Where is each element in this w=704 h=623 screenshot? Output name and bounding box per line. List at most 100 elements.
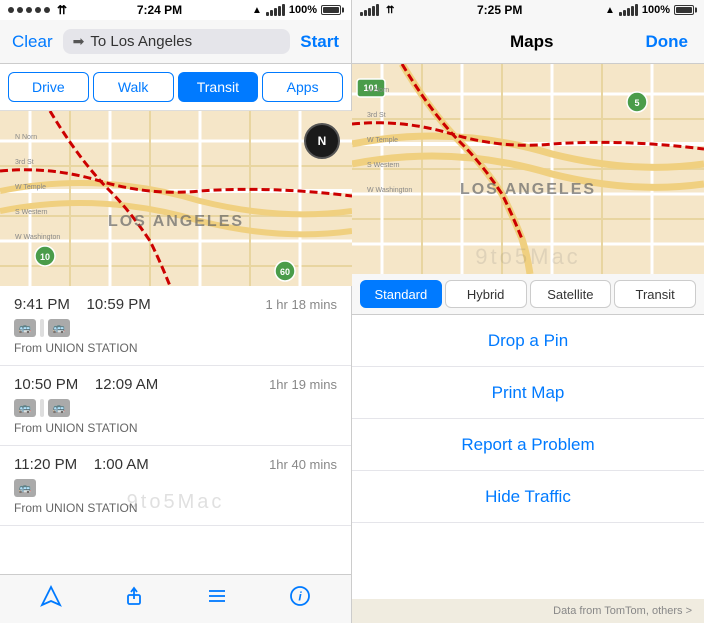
rbar2-2 bbox=[623, 10, 626, 16]
bar2 bbox=[270, 10, 273, 16]
hide-traffic-button[interactable]: Hide Traffic bbox=[352, 471, 704, 523]
location-button[interactable] bbox=[31, 585, 71, 613]
svg-text:3rd St: 3rd St bbox=[15, 159, 34, 166]
svg-text:N Norn: N Norn bbox=[15, 134, 37, 141]
signal-dot-5 bbox=[44, 7, 50, 13]
rbar2-5 bbox=[635, 4, 638, 16]
svg-text:N Norn: N Norn bbox=[367, 87, 389, 94]
route-icons-0: 🚌 🚌 bbox=[14, 319, 337, 337]
rbar1 bbox=[360, 12, 363, 16]
share-icon bbox=[123, 585, 145, 607]
signal-dot-1 bbox=[8, 7, 14, 13]
wifi-icon-right: ⇈ bbox=[386, 5, 394, 16]
route-time-range-0: 9:41 PM 10:59 PM bbox=[14, 296, 151, 313]
signal-dot-2 bbox=[17, 7, 23, 13]
route-icons-1: 🚌 🚌 bbox=[14, 399, 337, 417]
transit-icon-metro-0: 🚌 bbox=[14, 319, 36, 337]
battery-icon-right bbox=[674, 5, 696, 15]
svg-text:S Western: S Western bbox=[15, 209, 48, 216]
status-right-left: ⇈ bbox=[360, 4, 394, 16]
svg-text:W Washington: W Washington bbox=[15, 234, 60, 241]
route-time-range-1: 10:50 PM 12:09 AM bbox=[14, 376, 158, 393]
watermark-left: 9to5Mac bbox=[127, 491, 225, 514]
route-item-0[interactable]: 9:41 PM 10:59 PM 1 hr 18 mins 🚌 🚌 From U… bbox=[0, 286, 351, 366]
tab-bar: Drive Walk Transit Apps bbox=[0, 64, 351, 111]
route-item-2[interactable]: 11:20 PM 1:00 AM 1hr 40 mins 🚌 From UNIO… bbox=[0, 446, 351, 526]
bar3 bbox=[274, 8, 277, 16]
rbar3 bbox=[368, 8, 371, 16]
svg-text:LOS ANGELES: LOS ANGELES bbox=[460, 181, 596, 198]
routes-list: 9:41 PM 10:59 PM 1 hr 18 mins 🚌 🚌 From U… bbox=[0, 286, 351, 574]
list-icon bbox=[206, 585, 228, 607]
map-type-transit[interactable]: Transit bbox=[614, 280, 696, 308]
destination-bar: ➡ To Los Angeles bbox=[63, 29, 291, 54]
right-time: 7:25 PM bbox=[477, 3, 522, 17]
route-item-1[interactable]: 10:50 PM 12:09 AM 1hr 19 mins 🚌 🚌 From U… bbox=[0, 366, 351, 446]
tab-drive[interactable]: Drive bbox=[8, 72, 89, 102]
info-button[interactable]: i bbox=[280, 585, 320, 613]
direction-arrow-icon: ➡ bbox=[73, 33, 85, 50]
rbar4 bbox=[372, 6, 375, 16]
nav-bar-right: Maps Done bbox=[352, 20, 704, 64]
map-type-bar: Standard Hybrid Satellite Transit bbox=[352, 274, 704, 315]
print-map-button[interactable]: Print Map bbox=[352, 367, 704, 419]
transit-icon-metro-1: 🚌 bbox=[14, 399, 36, 417]
gps-icon-right: ▲ bbox=[605, 5, 615, 16]
clear-button[interactable]: Clear bbox=[12, 32, 53, 52]
svg-text:W Temple: W Temple bbox=[15, 184, 46, 191]
done-button[interactable]: Done bbox=[646, 32, 689, 52]
map-type-hybrid[interactable]: Hybrid bbox=[445, 280, 527, 308]
map-right[interactable]: 101 5 N Norn 3rd St W Temple S Western W… bbox=[352, 64, 704, 274]
rbar2 bbox=[364, 10, 367, 16]
tab-transit[interactable]: Transit bbox=[178, 72, 259, 102]
rbar5 bbox=[376, 4, 379, 16]
route-duration-0: 1 hr 18 mins bbox=[265, 297, 337, 312]
map-type-satellite[interactable]: Satellite bbox=[530, 280, 612, 308]
svg-text:S Western: S Western bbox=[367, 162, 400, 169]
map-type-standard[interactable]: Standard bbox=[360, 280, 442, 308]
transit-icon-metro-2: 🚌 bbox=[14, 479, 36, 497]
map-left[interactable]: 60 10 N Norn 3rd St W Temple S Western W… bbox=[0, 111, 352, 286]
nav-bar-left: Clear ➡ To Los Angeles Start bbox=[0, 20, 351, 64]
menu-list: Drop a Pin Print Map Report a Problem Hi… bbox=[352, 315, 704, 599]
rbar2-4 bbox=[631, 6, 634, 16]
info-icon: i bbox=[289, 585, 311, 607]
wifi-icon: ⇈ bbox=[57, 3, 67, 17]
svg-text:i: i bbox=[298, 590, 302, 604]
compass: N bbox=[304, 123, 340, 159]
bar4 bbox=[278, 6, 281, 16]
signal-bars-right bbox=[360, 4, 379, 16]
svg-text:W Washington: W Washington bbox=[367, 187, 412, 194]
bar5 bbox=[282, 4, 285, 16]
data-attribution: Data from TomTom, others > bbox=[553, 605, 692, 617]
route-times-1: 10:50 PM 12:09 AM 1hr 19 mins bbox=[14, 376, 337, 393]
list-button[interactable] bbox=[197, 585, 237, 613]
route-station-0: From UNION STATION bbox=[14, 341, 337, 355]
start-button[interactable]: Start bbox=[300, 32, 339, 52]
share-button[interactable] bbox=[114, 585, 154, 613]
status-right-right: ▲ 100% bbox=[605, 4, 696, 16]
tab-apps[interactable]: Apps bbox=[262, 72, 343, 102]
svg-text:5: 5 bbox=[634, 98, 639, 108]
report-problem-button[interactable]: Report a Problem bbox=[352, 419, 704, 471]
drop-pin-button[interactable]: Drop a Pin bbox=[352, 315, 704, 367]
maps-title: Maps bbox=[510, 32, 553, 52]
route-duration-2: 1hr 40 mins bbox=[269, 457, 337, 472]
battery-icon-left bbox=[321, 5, 343, 15]
route-times-2: 11:20 PM 1:00 AM 1hr 40 mins bbox=[14, 456, 337, 473]
right-panel: ⇈ 7:25 PM ▲ 100% Maps Done bbox=[352, 0, 704, 623]
report-problem-label: Report a Problem bbox=[461, 435, 594, 455]
tab-walk[interactable]: Walk bbox=[93, 72, 174, 102]
status-bar-left: ⇈ 7:24 PM ▲ 100% bbox=[0, 0, 351, 20]
signal-bars-right2 bbox=[619, 4, 638, 16]
status-bar-right: ⇈ 7:25 PM ▲ 100% bbox=[352, 0, 704, 20]
transit-icon-bus-1: 🚌 bbox=[48, 399, 70, 417]
signal-bars-left bbox=[266, 4, 285, 16]
route-time-range-2: 11:20 PM 1:00 AM bbox=[14, 456, 149, 473]
rbar2-3 bbox=[627, 8, 630, 16]
destination-text: To Los Angeles bbox=[90, 33, 192, 50]
battery-percent-right: 100% bbox=[642, 4, 670, 16]
print-map-label: Print Map bbox=[492, 383, 565, 403]
svg-text:60: 60 bbox=[280, 267, 290, 277]
svg-text:10: 10 bbox=[40, 252, 50, 262]
